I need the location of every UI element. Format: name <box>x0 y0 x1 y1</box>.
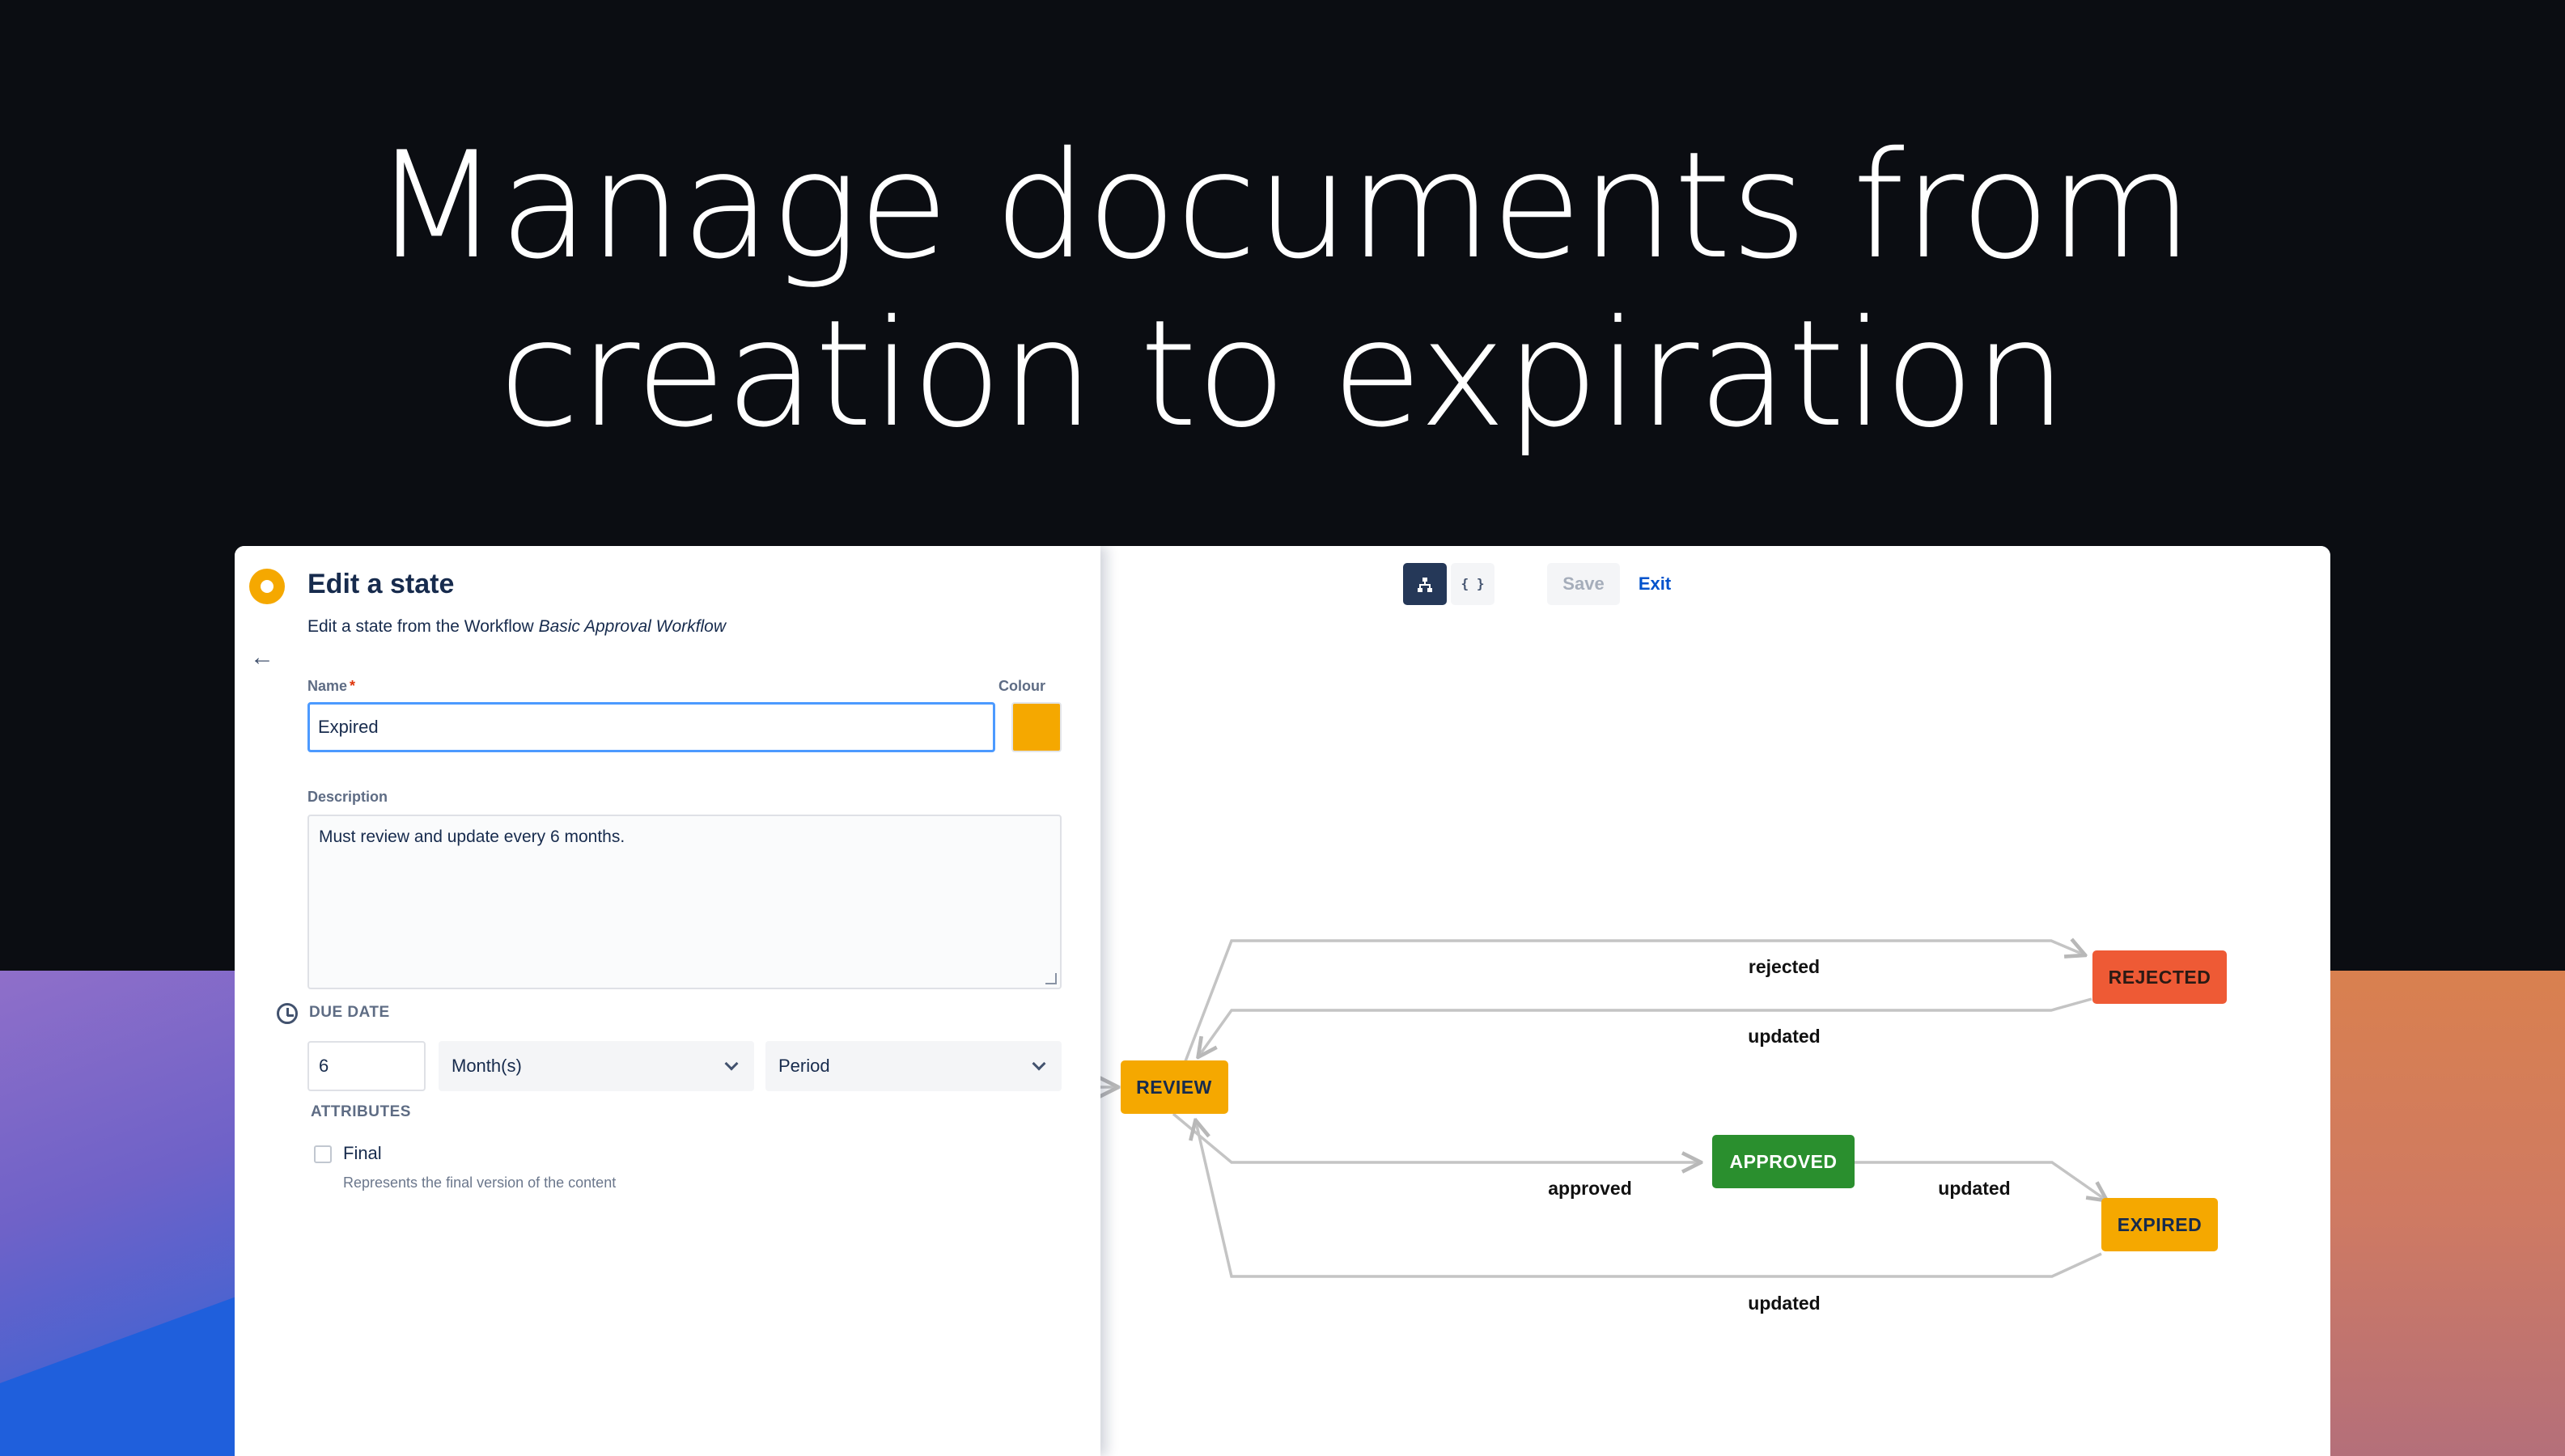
state-color-dot-icon <box>249 569 285 604</box>
name-label-text: Name <box>307 678 348 694</box>
due-date-label: DUE DATE <box>309 1004 390 1021</box>
workflow-diagram: rejected updated approved updated update… <box>1100 546 2227 1314</box>
edge-label-approved: approved <box>1548 1178 1632 1199</box>
clock-icon <box>277 1003 298 1024</box>
final-checkbox-label[interactable]: Final <box>343 1143 382 1164</box>
final-checkbox[interactable] <box>314 1145 332 1163</box>
state-node-rejected[interactable]: REJECTED <box>2092 950 2227 1004</box>
workflow-name: Basic Approval Workflow <box>538 617 727 636</box>
state-node-review-label: REVIEW <box>1136 1077 1212 1098</box>
panel-subtitle: Edit a state from the Workflow Basic App… <box>307 617 726 637</box>
edge-label-updated-from-approved: updated <box>1938 1178 2010 1199</box>
edge-label-updated-from-rejected: updated <box>1748 1026 1820 1047</box>
final-help-text: Represents the final version of the cont… <box>343 1175 617 1191</box>
name-label: Name * <box>307 678 355 695</box>
edge-label-rejected: rejected <box>1749 956 1820 977</box>
due-type-value: Period <box>778 1056 830 1076</box>
due-unit-select[interactable]: Month(s) <box>439 1041 754 1091</box>
edge-review-to-approved[interactable] <box>1172 1112 1699 1162</box>
description-text: Must review and update every 6 months. <box>319 827 625 846</box>
headline-line-1: Manage documents from <box>373 120 2193 291</box>
subtitle-prefix: Edit a state from the Workflow <box>307 617 539 636</box>
edge-review-to-rejected[interactable] <box>1184 941 2084 1062</box>
due-amount-input[interactable]: 6 <box>307 1041 426 1091</box>
chevron-down-icon <box>1032 1056 1046 1071</box>
name-input[interactable]: Expired <box>307 702 995 752</box>
colour-label: Colour <box>998 678 1045 694</box>
edge-rejected-to-review[interactable] <box>1199 997 2092 1056</box>
state-node-approved[interactable]: APPROVED <box>1712 1135 1855 1188</box>
required-mark: * <box>350 678 356 694</box>
edit-state-panel: Edit a state Edit a state from the Workf… <box>235 546 1100 1456</box>
background-gradient-right <box>2322 971 2565 1456</box>
edge-label-updated-from-expired: updated <box>1748 1293 1820 1314</box>
description-textarea[interactable]: Must review and update every 6 months. <box>307 815 1062 989</box>
chevron-down-icon <box>724 1056 739 1071</box>
colour-picker[interactable] <box>1011 702 1062 752</box>
state-node-approved-label: APPROVED <box>1729 1151 1837 1172</box>
state-node-rejected-label: REJECTED <box>2109 967 2211 988</box>
arrow-left-icon[interactable]: ← <box>248 643 277 672</box>
state-node-review[interactable]: REVIEW <box>1121 1060 1228 1114</box>
due-unit-value: Month(s) <box>452 1056 522 1076</box>
panel-title: Edit a state <box>307 569 455 599</box>
attributes-label: ATTRIBUTES <box>311 1103 411 1120</box>
page-headline: Manage documents from creation to expira… <box>0 121 2565 458</box>
state-node-expired[interactable]: EXPIRED <box>2101 1198 2218 1251</box>
description-label: Description <box>307 789 388 805</box>
headline-line-2: creation to expiration <box>498 288 2067 459</box>
due-type-select[interactable]: Period <box>765 1041 1062 1091</box>
edge-expired-to-review[interactable] <box>1196 1122 2102 1278</box>
resize-grip-icon[interactable] <box>1045 973 1057 984</box>
state-node-expired-label: EXPIRED <box>2118 1214 2202 1235</box>
app-window: Edit a state Edit a state from the Workf… <box>235 546 2330 1456</box>
